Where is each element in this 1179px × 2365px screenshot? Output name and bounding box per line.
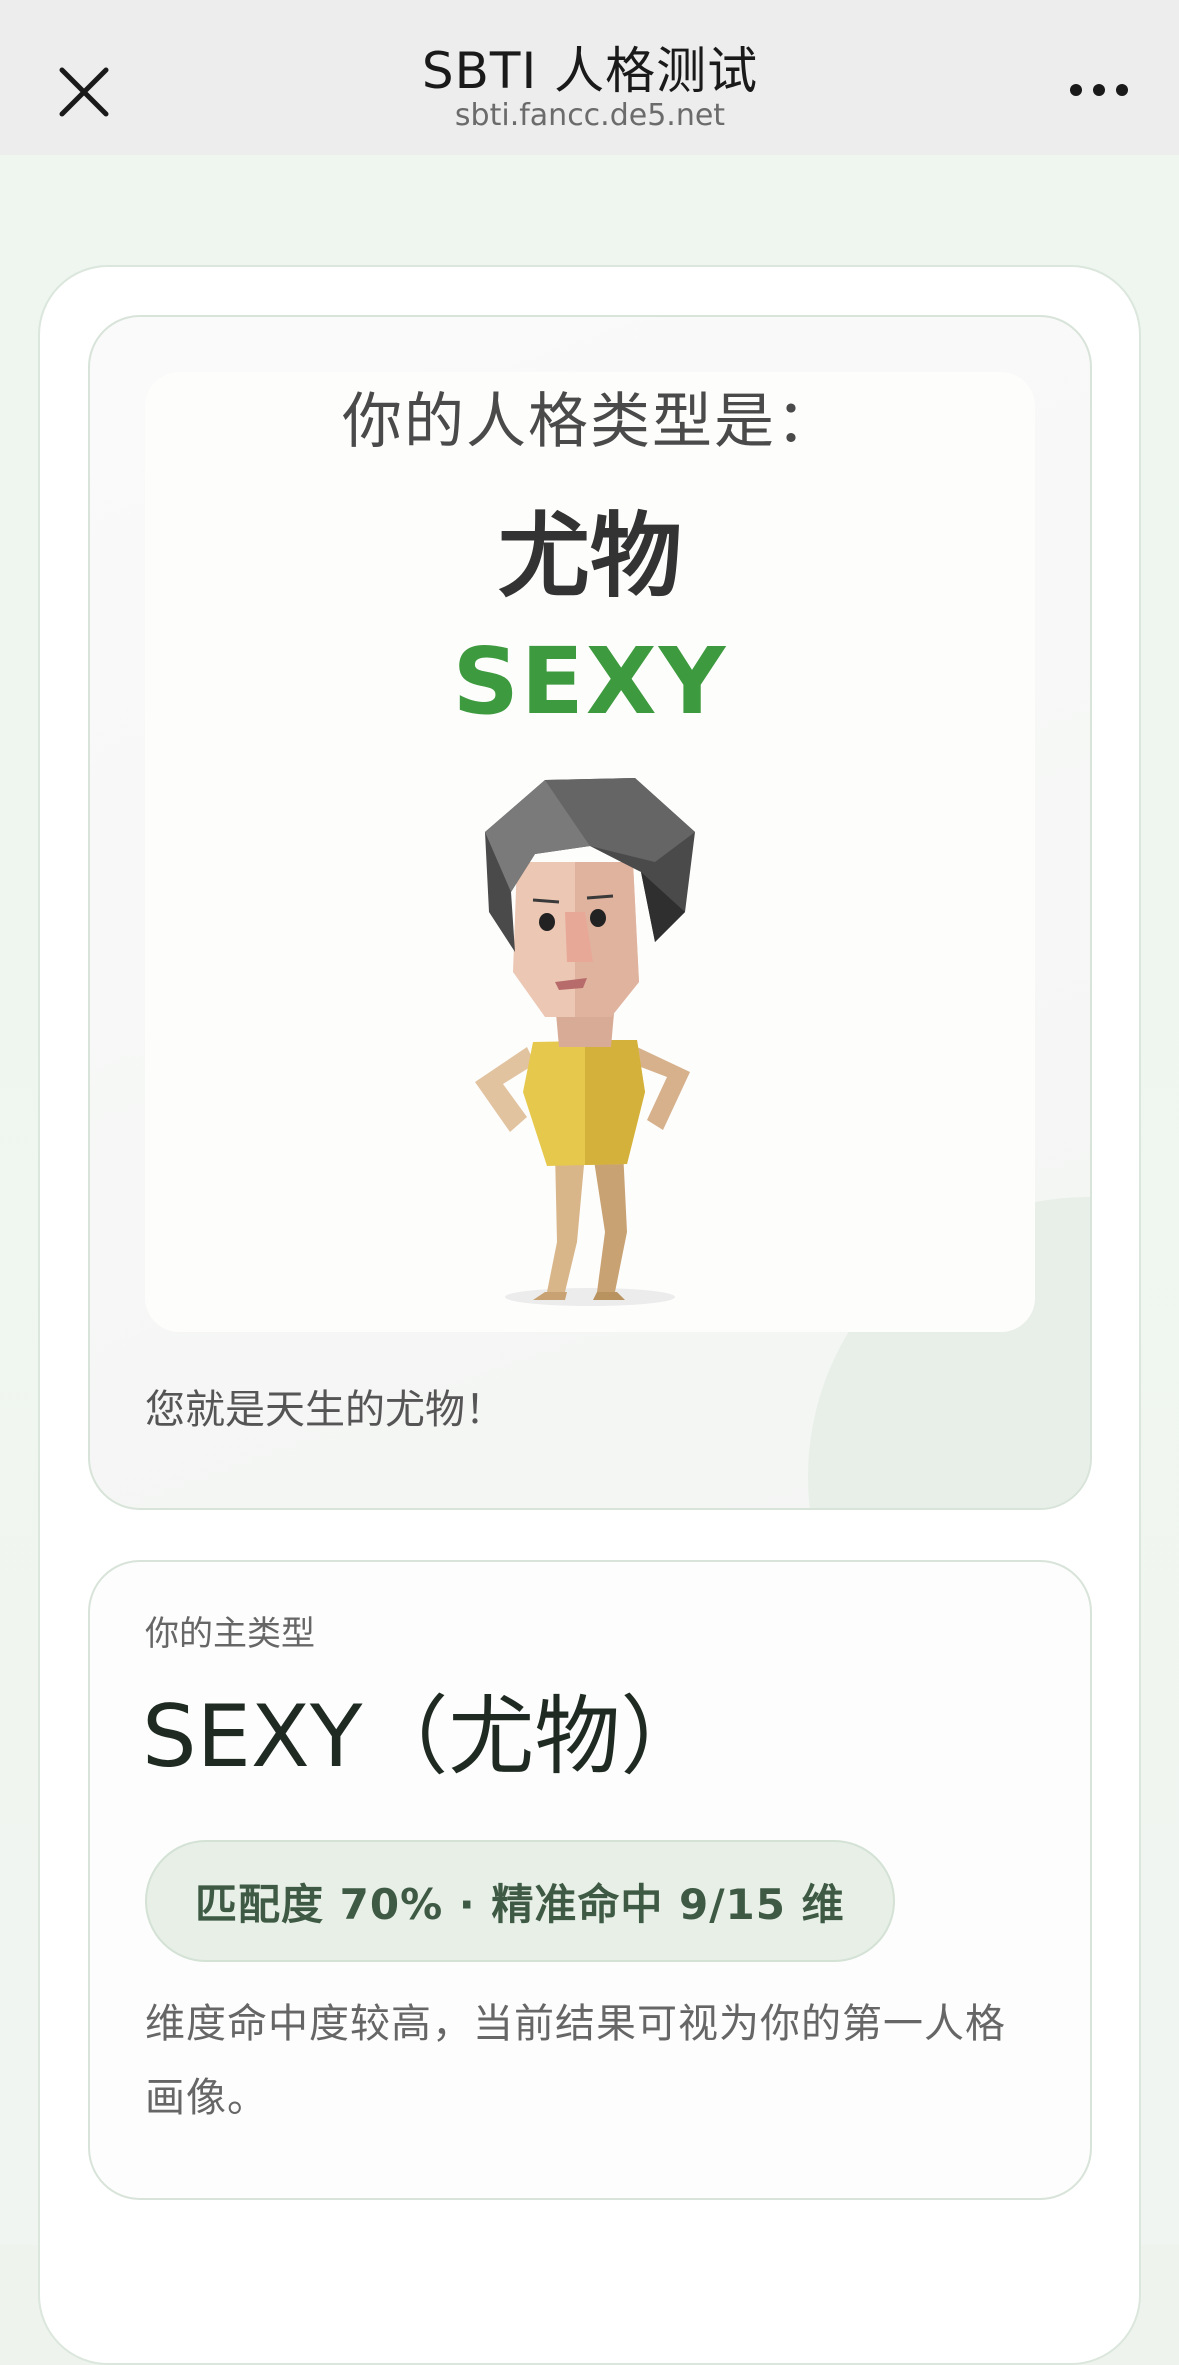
more-icon bbox=[1070, 84, 1128, 96]
result-poster: 你的人格类型是： 尤物 SEXY bbox=[145, 372, 1035, 1332]
title-box: SBTI 人格测试 sbti.fancc.de5.net bbox=[240, 38, 940, 134]
close-icon bbox=[59, 67, 109, 117]
type-name-en: SEXY bbox=[452, 628, 728, 735]
page-url: sbti.fancc.de5.net bbox=[454, 98, 726, 133]
result-tagline: 您就是天生的尤物！ bbox=[145, 1387, 505, 1433]
close-button[interactable] bbox=[52, 60, 116, 124]
page-title: SBTI 人格测试 bbox=[421, 42, 759, 100]
page-content[interactable]: 你的人格类型是： 尤物 SEXY 您就是天生的尤物！ 你的主类型 SEXY（尤物… bbox=[0, 155, 1179, 2365]
main-type-description: 维度命中度较高，当前结果可视为你的第一人格画像。 bbox=[145, 2001, 1006, 2121]
poster-heading: 你的人格类型是： bbox=[342, 387, 838, 457]
match-badge: 匹配度 70% · 精准命中 9/15 维 bbox=[145, 1840, 895, 1962]
more-button[interactable] bbox=[1059, 70, 1139, 110]
main-type-value: SEXY（尤物） bbox=[142, 1687, 707, 1787]
main-type-label: 你的主类型 bbox=[145, 1614, 315, 1654]
main-type-card: 你的主类型 SEXY（尤物） 匹配度 70% · 精准命中 9/15 维 维度命… bbox=[88, 1560, 1092, 2200]
type-name-cn: 尤物 bbox=[497, 503, 682, 610]
top-bar: SBTI 人格测试 sbti.fancc.de5.net bbox=[0, 0, 1179, 155]
result-card: 你的人格类型是： 尤物 SEXY 您就是天生的尤物！ bbox=[88, 315, 1092, 1510]
character-illustration bbox=[475, 778, 695, 1306]
